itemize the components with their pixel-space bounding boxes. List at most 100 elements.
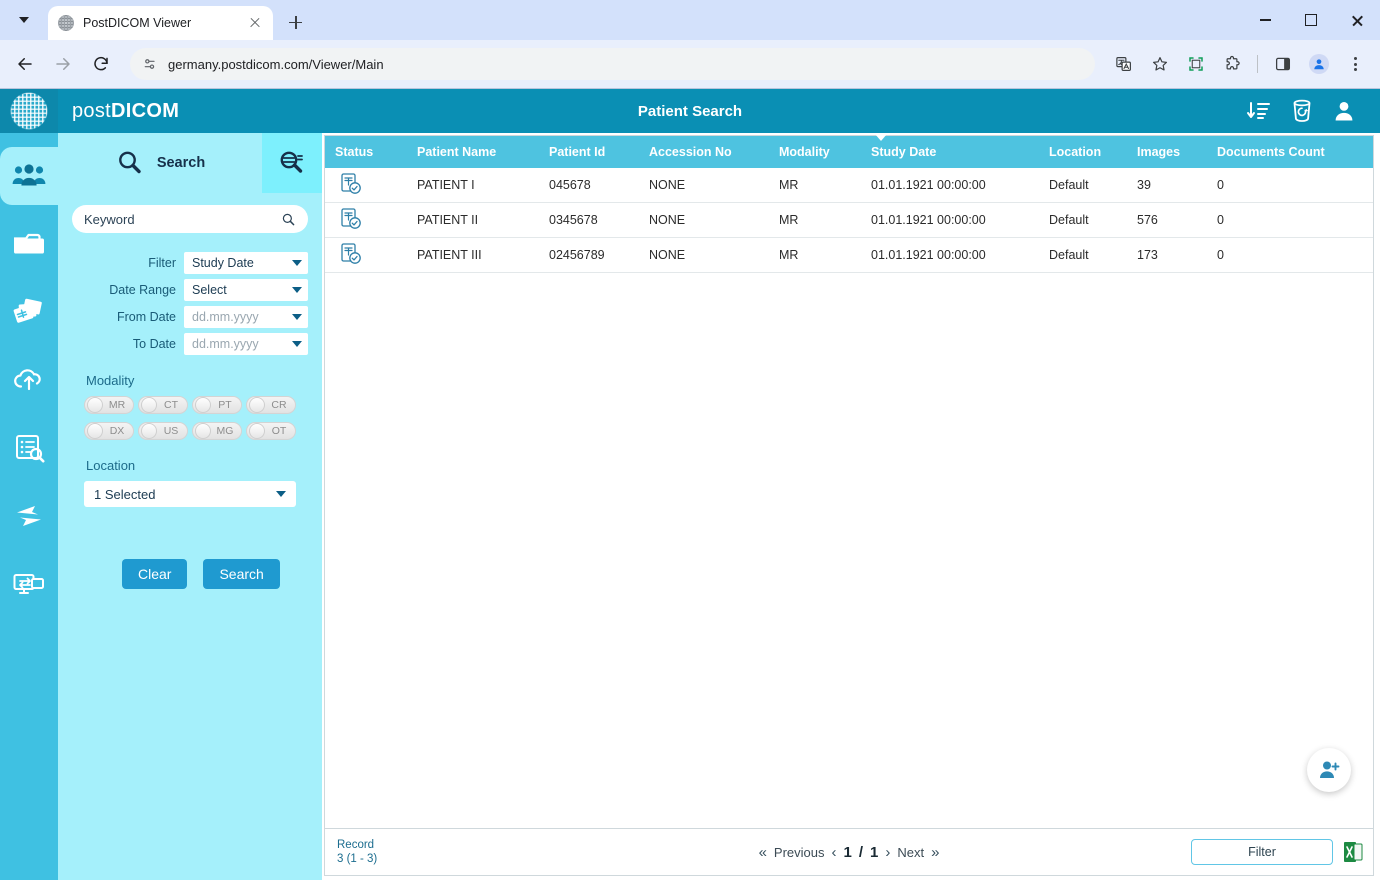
rail-item-sync[interactable] bbox=[0, 487, 58, 545]
date-range-row: Date Range Select bbox=[72, 279, 308, 301]
cell-location: Default bbox=[1039, 203, 1127, 238]
table-header-row: Status Patient Name Patient Id Accession… bbox=[325, 136, 1373, 168]
search-button[interactable]: Search bbox=[203, 559, 279, 589]
column-modality[interactable]: Modality bbox=[769, 136, 861, 168]
cell-status[interactable] bbox=[325, 168, 407, 203]
close-window-button[interactable] bbox=[1334, 0, 1380, 40]
browser-menu-button[interactable] bbox=[1338, 47, 1372, 81]
keyword-input[interactable]: Keyword bbox=[72, 205, 308, 233]
cell-status[interactable] bbox=[325, 238, 407, 273]
address-bar[interactable]: germany.postdicom.com/Viewer/Main bbox=[130, 48, 1095, 80]
rail-item-folders[interactable] bbox=[0, 215, 58, 273]
column-documents-count[interactable]: Documents Count bbox=[1207, 136, 1373, 168]
toggle-knob bbox=[195, 397, 211, 413]
screen-capture-button[interactable] bbox=[1179, 47, 1213, 81]
modality-toggle-us[interactable]: US bbox=[138, 422, 188, 440]
header-actions bbox=[1246, 98, 1380, 124]
results-footer: Record 3 (1 - 3) « Previous ‹ 1 / 1 › Ne… bbox=[324, 828, 1374, 876]
favicon-icon bbox=[58, 15, 74, 31]
trash-bin-icon[interactable] bbox=[1290, 98, 1314, 124]
add-patient-button[interactable] bbox=[1307, 748, 1351, 792]
tab-search-label: Search bbox=[157, 155, 205, 171]
reload-button[interactable] bbox=[84, 47, 118, 81]
first-page-button[interactable]: « bbox=[759, 844, 767, 861]
modality-toggle-ct[interactable]: CT bbox=[138, 396, 188, 414]
column-location[interactable]: Location bbox=[1039, 136, 1127, 168]
column-accession-no[interactable]: Accession No bbox=[639, 136, 769, 168]
brand-prefix: post bbox=[72, 100, 111, 122]
modality-toggle-mg[interactable]: MG bbox=[192, 422, 242, 440]
browser-window: PostDICOM Viewer germany.postdicom.com/V… bbox=[0, 0, 1380, 880]
rail-item-cloud-upload[interactable] bbox=[0, 351, 58, 409]
modality-code: DX bbox=[108, 425, 126, 437]
rail-item-worklist[interactable] bbox=[0, 419, 58, 477]
minimize-icon bbox=[1260, 19, 1271, 21]
panel-actions: Clear Search bbox=[122, 559, 308, 589]
tab-search-list-button[interactable] bbox=[6, 2, 42, 38]
filter-value: Study Date bbox=[192, 256, 254, 270]
column-status[interactable]: Status bbox=[325, 136, 407, 168]
rail-item-screen-share[interactable] bbox=[0, 555, 58, 613]
from-date-row: From Date dd.mm.yyyy bbox=[72, 306, 308, 328]
modality-code: MG bbox=[216, 425, 234, 437]
cell-status[interactable] bbox=[325, 203, 407, 238]
new-tab-button[interactable] bbox=[281, 8, 309, 36]
cell-accession-no: NONE bbox=[639, 203, 769, 238]
location-label: Location bbox=[86, 458, 308, 473]
modality-toggle-cr[interactable]: CR bbox=[246, 396, 296, 414]
bookmark-button[interactable] bbox=[1143, 47, 1177, 81]
profile-button[interactable] bbox=[1302, 47, 1336, 81]
location-select[interactable]: 1 Selected bbox=[84, 481, 296, 507]
previous-page-button[interactable]: Previous bbox=[774, 845, 825, 860]
last-page-button[interactable]: » bbox=[931, 844, 939, 861]
rail-item-studies[interactable] bbox=[0, 283, 58, 341]
maximize-button[interactable] bbox=[1288, 0, 1334, 40]
postdicom-app: postDICOM Patient Search bbox=[0, 88, 1380, 880]
filter-select[interactable]: Study Date bbox=[184, 252, 308, 274]
table-row[interactable]: PATIENT I 045678 NONE MR 01.01.1921 00:0… bbox=[325, 168, 1373, 203]
minimize-button[interactable] bbox=[1242, 0, 1288, 40]
column-patient-id[interactable]: Patient Id bbox=[539, 136, 639, 168]
cell-patient-name: PATIENT III bbox=[407, 238, 539, 273]
to-date-input[interactable]: dd.mm.yyyy bbox=[184, 333, 308, 355]
extensions-button[interactable] bbox=[1215, 47, 1249, 81]
prev-arrow-icon[interactable]: ‹ bbox=[831, 844, 836, 861]
study-report-icon bbox=[339, 242, 363, 266]
table-row[interactable]: PATIENT III 02456789 NONE MR 01.01.1921 … bbox=[325, 238, 1373, 273]
column-study-date[interactable]: Study Date bbox=[861, 136, 1039, 168]
clear-button[interactable]: Clear bbox=[122, 559, 187, 589]
modality-toggle-dx[interactable]: DX bbox=[84, 422, 134, 440]
tab-close-icon[interactable] bbox=[247, 15, 263, 31]
from-date-input[interactable]: dd.mm.yyyy bbox=[184, 306, 308, 328]
side-panel-button[interactable] bbox=[1266, 47, 1300, 81]
modality-toggle-ot[interactable]: OT bbox=[246, 422, 296, 440]
translate-button[interactable] bbox=[1107, 47, 1141, 81]
keyword-placeholder: Keyword bbox=[84, 212, 135, 227]
forward-button[interactable] bbox=[46, 47, 80, 81]
rail-item-patients[interactable] bbox=[0, 147, 58, 205]
to-date-row: To Date dd.mm.yyyy bbox=[72, 333, 308, 355]
user-account-icon[interactable] bbox=[1332, 99, 1356, 123]
table-row[interactable]: PATIENT II 0345678 NONE MR 01.01.1921 00… bbox=[325, 203, 1373, 238]
sort-list-icon[interactable] bbox=[1246, 99, 1272, 123]
search-icon[interactable] bbox=[281, 212, 296, 227]
modality-toggle-mr[interactable]: MR bbox=[84, 396, 134, 414]
cell-documents-count: 0 bbox=[1207, 203, 1373, 238]
back-button[interactable] bbox=[8, 47, 42, 81]
column-images[interactable]: Images bbox=[1127, 136, 1207, 168]
browser-toolbar: germany.postdicom.com/Viewer/Main bbox=[0, 40, 1380, 88]
profile-avatar-icon bbox=[1309, 54, 1329, 74]
patients-icon bbox=[12, 163, 46, 189]
date-range-select[interactable]: Select bbox=[184, 279, 308, 301]
browser-tab[interactable]: PostDICOM Viewer bbox=[48, 6, 273, 40]
tab-advanced-search[interactable] bbox=[262, 133, 322, 193]
modality-toggle-pt[interactable]: PT bbox=[192, 396, 242, 414]
next-page-button[interactable]: Next bbox=[897, 845, 924, 860]
cell-accession-no: NONE bbox=[639, 168, 769, 203]
tab-search[interactable]: Search bbox=[58, 133, 262, 193]
next-arrow-icon[interactable]: › bbox=[885, 844, 890, 861]
modality-code: OT bbox=[270, 425, 288, 437]
column-patient-name[interactable]: Patient Name bbox=[407, 136, 539, 168]
column-study-date-label: Study Date bbox=[871, 145, 936, 159]
cell-patient-name: PATIENT II bbox=[407, 203, 539, 238]
